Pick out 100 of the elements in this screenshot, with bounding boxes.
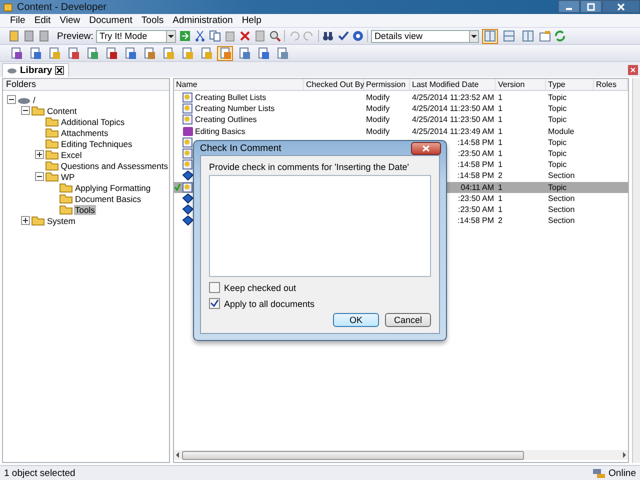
ok-button[interactable]: OK	[333, 313, 379, 327]
table-cell: :14:58 PM	[458, 160, 494, 170]
expander-icon[interactable]	[21, 216, 30, 225]
comment-field[interactable]	[209, 175, 431, 277]
document-icon	[182, 114, 194, 126]
folder-name[interactable]: Editing Techniques	[60, 138, 134, 148]
binoculars-icon[interactable]	[322, 30, 334, 42]
expander-icon[interactable]	[35, 172, 44, 181]
checkbox[interactable]	[209, 282, 220, 293]
column-header[interactable]: Name	[174, 79, 304, 90]
library-tab[interactable]: Library	[2, 63, 70, 77]
folder-name[interactable]: Additional Topics	[60, 116, 126, 126]
folder-name[interactable]: Tools	[74, 204, 96, 214]
folder-name[interactable]: System	[46, 216, 76, 226]
table-cell: Module	[548, 126, 574, 136]
maximize-button[interactable]	[580, 0, 602, 13]
folder-icon	[45, 149, 59, 160]
table-cell: 1	[498, 126, 502, 136]
column-header: Folders	[3, 79, 169, 91]
disk-icon	[7, 66, 17, 74]
close-icon[interactable]	[55, 66, 64, 75]
folder-icon	[45, 171, 59, 182]
book-icon	[182, 204, 194, 215]
cut-icon[interactable]	[194, 30, 206, 42]
app-icon	[3, 2, 13, 12]
cancel-button[interactable]: Cancel	[385, 313, 431, 327]
column-header[interactable]: Version	[496, 79, 546, 90]
menu-item[interactable]: Document	[89, 15, 132, 26]
document-icon[interactable]	[38, 30, 50, 42]
prompt-text: Provide check in comments for 'Inserting the Date'	[209, 162, 410, 172]
document-icon[interactable]	[23, 30, 35, 42]
checkbox[interactable]	[209, 298, 220, 309]
table-cell: 4/25/2014 11:23:50 AM	[412, 115, 494, 124]
document-icon	[182, 182, 194, 193]
scroll-left-icon[interactable]	[174, 451, 182, 459]
table-cell: Topic	[548, 149, 567, 158]
table-cell: 1	[498, 160, 502, 170]
document-icon[interactable]	[8, 30, 20, 42]
table-cell: Section	[548, 216, 575, 226]
view-layout-button[interactable]	[482, 28, 498, 44]
scroll-right-icon[interactable]	[620, 451, 628, 459]
folder-name[interactable]: Attachments	[60, 128, 110, 138]
folder-name[interactable]: WP	[60, 172, 76, 182]
magnifier-icon[interactable]	[269, 30, 282, 42]
table-cell: Modify	[366, 93, 390, 102]
table-cell: 2	[498, 171, 502, 180]
view-layout-button[interactable]	[520, 28, 536, 44]
arrow-icon[interactable]	[179, 30, 192, 42]
column-header[interactable]: Roles	[594, 79, 628, 90]
close-button[interactable]	[602, 0, 640, 13]
view-mode-dropdown[interactable]: Details view	[371, 30, 480, 42]
folder-icon	[45, 127, 59, 138]
delete-icon[interactable]	[239, 30, 252, 42]
table-cell: 4/25/2014 11:23:50 AM	[412, 104, 494, 114]
folder-name[interactable]: Applying Formatting	[74, 182, 152, 192]
table-cell: Topic	[548, 115, 567, 124]
column-header[interactable]: Permission	[364, 79, 410, 90]
menu-item[interactable]: Tools	[141, 15, 164, 26]
table-cell: Section	[548, 204, 575, 214]
document-tool-button[interactable]	[217, 46, 233, 60]
folder-name[interactable]: Content	[46, 106, 78, 116]
refresh-icon[interactable]	[554, 30, 566, 42]
menu-item[interactable]: File	[10, 15, 26, 26]
table-cell: 1	[498, 149, 502, 158]
folder-icon	[59, 204, 73, 215]
menu-item[interactable]: Administration	[172, 15, 233, 26]
expander-icon[interactable]	[7, 95, 16, 104]
table-cell: Topic	[548, 93, 567, 102]
folder-name[interactable]: Questions and Assessments	[60, 160, 169, 170]
minimize-button[interactable]	[558, 0, 580, 13]
close-icon	[422, 144, 430, 152]
document-icon	[182, 103, 194, 114]
table-cell: Topic	[548, 104, 567, 114]
folder-name[interactable]: Excel	[60, 150, 83, 160]
menu-item[interactable]: Help	[242, 15, 262, 26]
column-header[interactable]: Last Modified Date	[410, 79, 496, 90]
column-header[interactable]: Checked Out By	[304, 79, 364, 90]
expander-icon[interactable]	[21, 106, 30, 115]
folder-icon	[45, 160, 59, 171]
table-cell: :14:58 PM	[458, 171, 494, 180]
table-cell: 1	[498, 115, 502, 124]
vertical-scrollbar[interactable]	[632, 78, 640, 463]
menu-item[interactable]: View	[60, 15, 80, 26]
preview-mode-dropdown[interactable]: Try It! Mode	[96, 30, 176, 42]
folder-name[interactable]: Document Basics	[74, 194, 142, 204]
copy-icon[interactable]	[209, 30, 222, 42]
dialog-title: Check In Comment	[200, 142, 282, 154]
preview-label: Preview:	[57, 30, 94, 42]
horizontal-scrollbar[interactable]	[174, 450, 628, 460]
table-cell: Topic	[548, 138, 567, 147]
table-cell: 1	[498, 93, 502, 102]
table-cell: 4/25/2014 11:23:52 AM	[412, 93, 494, 102]
close-button[interactable]	[411, 142, 441, 154]
column-header[interactable]: Type	[546, 79, 594, 90]
view-layout-button[interactable]	[501, 28, 518, 44]
table-cell: :23:50 AM	[458, 204, 494, 214]
expander-icon[interactable]	[35, 150, 44, 159]
table-cell: 04:11 AM	[460, 182, 494, 192]
folder-name[interactable]: /	[32, 94, 36, 104]
menu-item[interactable]: Edit	[34, 15, 51, 26]
